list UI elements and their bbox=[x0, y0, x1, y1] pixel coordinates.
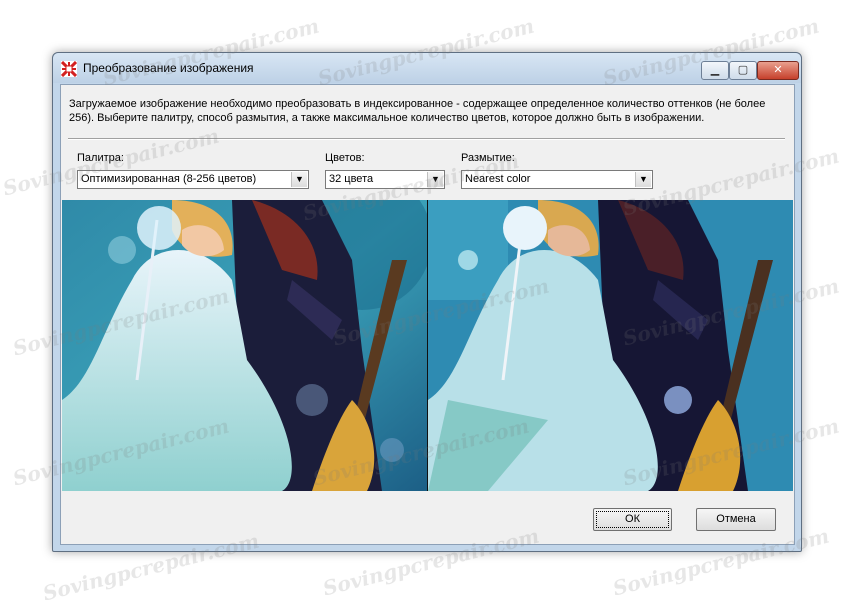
ok-button[interactable]: ОК bbox=[593, 508, 672, 531]
close-button[interactable]: ✕ bbox=[757, 61, 799, 80]
palette-label: Палитра: bbox=[77, 152, 124, 164]
description-text: Загружаемое изображение необходимо преоб… bbox=[69, 98, 766, 124]
converted-image-preview bbox=[428, 200, 793, 491]
chevron-down-icon[interactable]: ▼ bbox=[427, 172, 443, 187]
cancel-label: Отмена bbox=[716, 513, 756, 525]
app-icon bbox=[60, 60, 78, 78]
divider bbox=[68, 138, 785, 140]
image-preview-area bbox=[62, 200, 793, 491]
chevron-down-icon[interactable]: ▼ bbox=[291, 172, 307, 187]
colors-select[interactable]: 32 цвета ▼ bbox=[325, 170, 445, 189]
colors-value: 32 цвета bbox=[329, 173, 374, 185]
original-image-preview bbox=[62, 200, 427, 491]
minimize-button[interactable]: ▁ bbox=[701, 61, 729, 80]
focus-rect bbox=[596, 511, 669, 528]
minimize-icon: ▁ bbox=[710, 64, 720, 76]
dithering-label: Размытие: bbox=[461, 152, 515, 164]
window-title: Преобразование изображения bbox=[83, 61, 254, 75]
maximize-icon: ▢ bbox=[737, 64, 749, 76]
close-icon: ✕ bbox=[773, 64, 783, 76]
colors-label: Цветов: bbox=[325, 152, 365, 164]
convert-image-dialog: Преобразование изображения ▁ ▢ ✕ Загружа… bbox=[52, 52, 802, 552]
cancel-button[interactable]: Отмена bbox=[696, 508, 776, 531]
maximize-button[interactable]: ▢ bbox=[729, 61, 757, 80]
dithering-select[interactable]: Nearest color ▼ bbox=[461, 170, 653, 189]
palette-value: Оптимизированная (8-256 цветов) bbox=[81, 173, 257, 185]
chevron-down-icon[interactable]: ▼ bbox=[635, 172, 651, 187]
palette-select[interactable]: Оптимизированная (8-256 цветов) ▼ bbox=[77, 170, 309, 189]
dithering-value: Nearest color bbox=[465, 173, 531, 185]
dialog-body: Загружаемое изображение необходимо преоб… bbox=[60, 84, 795, 545]
title-bar[interactable]: Преобразование изображения ▁ ▢ ✕ bbox=[53, 53, 801, 83]
